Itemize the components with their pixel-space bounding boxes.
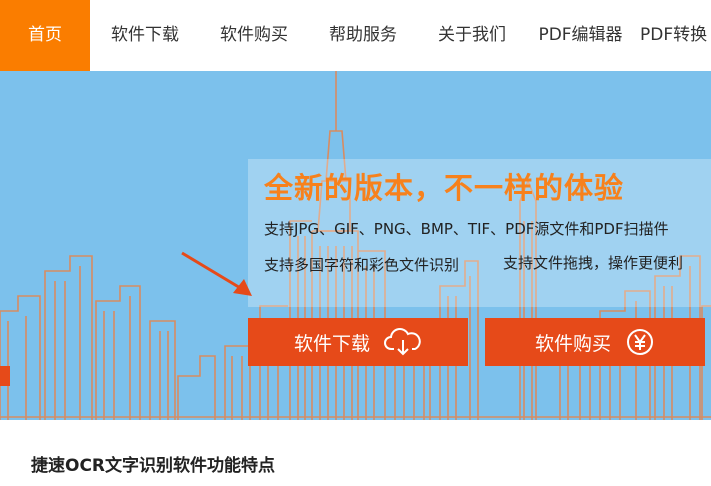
feature-line-dragdrop: 支持文件拖拽，操作更便利 xyxy=(503,254,684,272)
nav-item-pdf-editor[interactable]: PDF编辑器 xyxy=(528,0,633,71)
carousel-prev-marker[interactable] xyxy=(0,366,10,386)
top-nav: 首页 软件下载 软件购买 帮助服务 关于我们 PDF编辑器 PDF转换 xyxy=(0,0,711,71)
features-section-title: 捷速OCR文字识别软件功能特点 xyxy=(31,456,276,476)
banner-headline: 全新的版本，不一样的体验 xyxy=(264,171,625,205)
buy-button[interactable]: 软件购买 xyxy=(485,318,705,366)
hero-banner: 全新的版本，不一样的体验 支持JPG、GIF、PNG、BMP、TIF、PDF源文… xyxy=(0,71,711,420)
download-button-label: 软件下载 xyxy=(293,332,370,355)
nav-item-help[interactable]: 帮助服务 xyxy=(318,0,408,71)
feature-line-formats: 支持JPG、GIF、PNG、BMP、TIF、PDF源文件和PDF扫描件 xyxy=(264,220,669,238)
buy-button-label: 软件购买 xyxy=(534,332,611,355)
nav-item-about[interactable]: 关于我们 xyxy=(427,0,517,71)
nav-item-pdf-convert[interactable]: PDF转换 xyxy=(640,0,711,71)
pointer-arrow-icon xyxy=(181,251,252,296)
feature-line-multilang: 支持多国字符和彩色文件识别 xyxy=(264,256,460,274)
nav-item-home[interactable]: 首页 xyxy=(0,0,90,71)
download-button[interactable]: 软件下载 xyxy=(248,318,468,366)
cloud-download-icon xyxy=(384,328,421,356)
nav-item-buy[interactable]: 软件购买 xyxy=(209,0,299,71)
nav-item-download[interactable]: 软件下载 xyxy=(100,0,190,71)
yen-icon xyxy=(627,329,653,355)
